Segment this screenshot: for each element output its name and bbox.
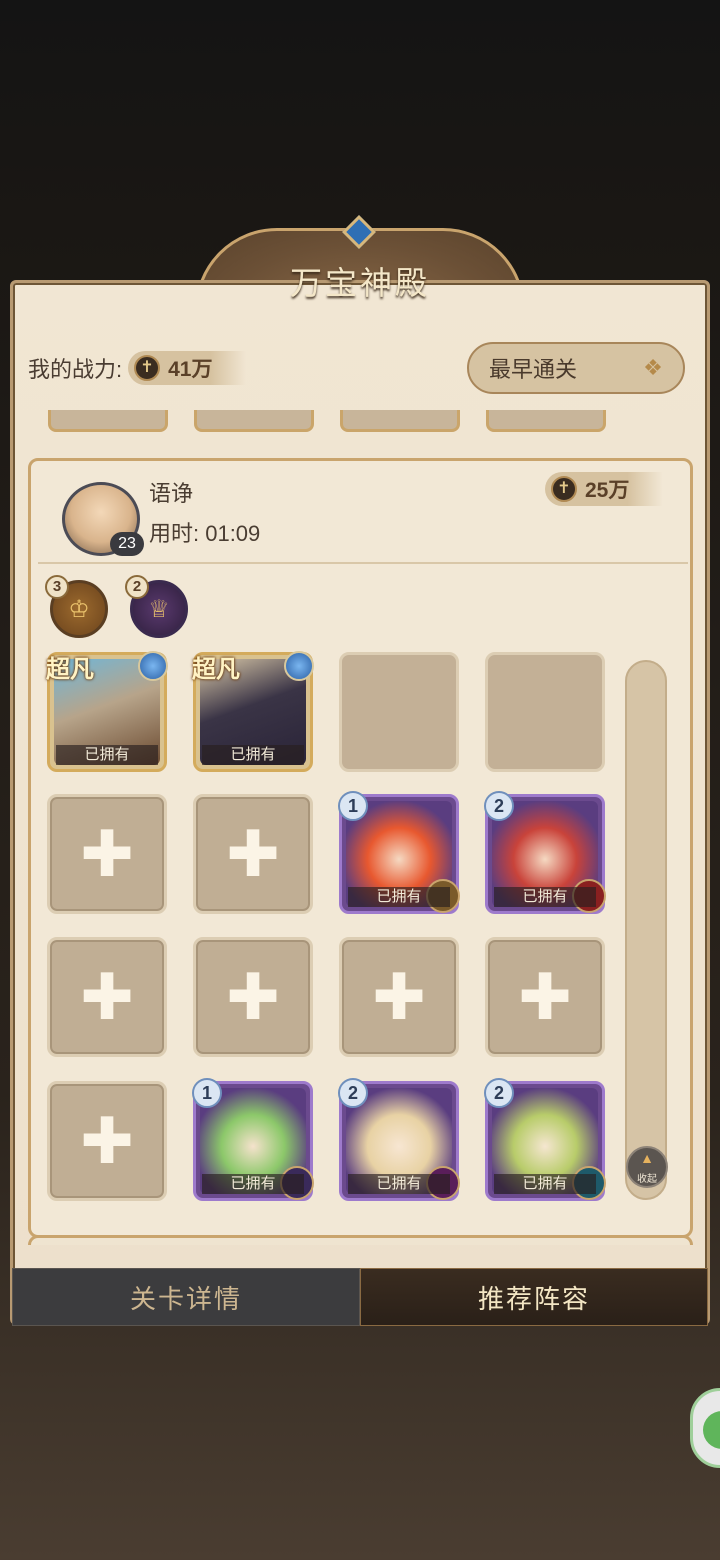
my-power-badge: ✝ 41万 xyxy=(128,351,247,385)
hero-slot[interactable]: 1 已拥有 xyxy=(338,791,460,914)
locked-slot xyxy=(485,652,605,772)
hero-slot[interactable]: 超凡 已拥有 xyxy=(46,651,168,772)
my-power-value: 41万 xyxy=(168,358,213,381)
collapse-button[interactable]: ▲ 收起 xyxy=(626,1146,668,1188)
hero-slot xyxy=(48,410,168,432)
player-level: 23 xyxy=(110,532,144,556)
previous-record-peek xyxy=(28,410,693,436)
empty-slot[interactable]: ✚ xyxy=(47,937,167,1057)
sword-icon: ✝ xyxy=(134,355,161,381)
record-power: ✝ 25万 xyxy=(545,472,664,506)
empty-slot[interactable]: ✚ xyxy=(47,1081,167,1201)
sort-label: 最早通关 xyxy=(489,357,578,382)
lion-crest-icon: ♔ xyxy=(68,595,90,623)
faction-crown-bonus[interactable]: ♕ 2 xyxy=(125,575,188,638)
scrollbar[interactable] xyxy=(625,660,667,1200)
hero-slot[interactable]: 超凡 已拥有 xyxy=(192,651,314,772)
locked-slot xyxy=(339,652,459,772)
chevron-up-icon: ▲ xyxy=(640,1150,654,1166)
hero-slot xyxy=(340,410,460,432)
hero-slot xyxy=(486,410,606,432)
my-power: 我的战力: ✝ 41万 xyxy=(28,348,247,388)
chevron-down-icon: ❖ xyxy=(643,355,663,380)
tab-stage-details[interactable]: 关卡详情 xyxy=(12,1268,360,1326)
next-record-peek xyxy=(28,1225,693,1245)
star-count: 1 xyxy=(192,1078,222,1108)
clear-time: 用时: 01:09 xyxy=(149,521,261,546)
faction-count: 3 xyxy=(45,575,69,599)
hero-slot[interactable]: 2 已拥有 xyxy=(338,1078,460,1201)
sort-dropdown[interactable]: 最早通关 ❖ xyxy=(467,342,685,394)
empty-slot[interactable]: ✚ xyxy=(485,937,605,1057)
floating-chat-button[interactable] xyxy=(690,1388,720,1468)
collapse-label: 收起 xyxy=(637,1174,657,1185)
page-title: 万宝神殿 xyxy=(289,264,430,302)
plus-icon: ✚ xyxy=(80,961,134,1033)
faction-count: 2 xyxy=(125,575,149,599)
empty-slot[interactable]: ✚ xyxy=(193,937,313,1057)
star-count: 2 xyxy=(484,791,514,821)
empty-slot[interactable]: ✚ xyxy=(339,937,459,1057)
owned-label: 已拥有 xyxy=(348,1174,450,1194)
faction-lion-bonus[interactable]: ♔ 3 xyxy=(45,575,108,638)
empty-slot[interactable]: ✚ xyxy=(47,794,167,914)
star-count: 2 xyxy=(338,1078,368,1108)
plus-icon: ✚ xyxy=(226,818,280,890)
plus-icon: ✚ xyxy=(80,818,134,890)
hero-slot[interactable]: 2 已拥有 xyxy=(484,1078,606,1201)
tab-recommended-lineup[interactable]: 推荐阵容 xyxy=(360,1268,708,1326)
star-count: 1 xyxy=(338,791,368,821)
divider xyxy=(38,562,688,564)
empty-slot[interactable]: ✚ xyxy=(193,794,313,914)
tier-tag: 超凡 xyxy=(192,654,240,683)
owned-label: 已拥有 xyxy=(348,887,450,907)
record-power-value: 25万 xyxy=(585,479,630,502)
owned-label: 已拥有 xyxy=(202,745,304,765)
owned-label: 已拥有 xyxy=(202,1174,304,1194)
owned-label: 已拥有 xyxy=(494,1174,596,1194)
plus-icon: ✚ xyxy=(372,961,426,1033)
record-power-badge: ✝ 25万 xyxy=(545,472,664,506)
hero-slot xyxy=(194,410,314,432)
plus-icon: ✚ xyxy=(80,1105,134,1177)
my-power-label: 我的战力: xyxy=(28,357,123,382)
hero-slot[interactable]: 1 已拥有 xyxy=(192,1078,314,1201)
star-count: 2 xyxy=(484,1078,514,1108)
element-icon xyxy=(284,651,314,681)
owned-label: 已拥有 xyxy=(494,887,596,907)
player-name: 语诤 xyxy=(149,481,194,506)
element-icon xyxy=(138,651,168,681)
chat-icon xyxy=(703,1411,720,1449)
crown-crest-icon: ♕ xyxy=(148,595,170,623)
sword-icon: ✝ xyxy=(551,476,577,502)
tier-tag: 超凡 xyxy=(46,654,94,683)
tab-bar: 关卡详情 推荐阵容 xyxy=(12,1268,708,1326)
plus-icon: ✚ xyxy=(226,961,280,1033)
plus-icon: ✚ xyxy=(518,961,572,1033)
hero-slot[interactable]: 2 已拥有 xyxy=(484,791,606,914)
owned-label: 已拥有 xyxy=(56,745,158,765)
